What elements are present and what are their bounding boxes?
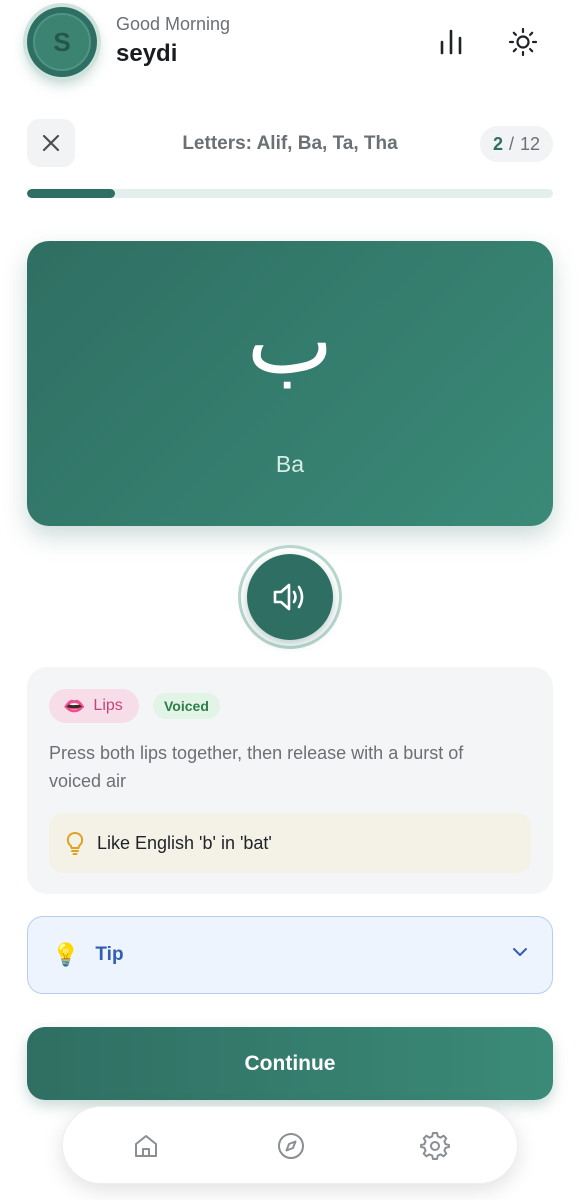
counter-separator: / [508, 133, 514, 154]
compass-icon [278, 1133, 304, 1159]
articulation-description: Press both lips together, then release w… [49, 743, 464, 791]
play-audio-ring [238, 545, 342, 649]
voicing-tag: Voiced [153, 693, 220, 719]
place-label: Lips [93, 697, 123, 714]
articulation-card: 👄 Lips Voiced Press both lips together, … [27, 667, 553, 894]
stats-button[interactable] [431, 22, 471, 62]
tip-label: Tip [95, 944, 124, 965]
letter-card: ب Ba [27, 241, 553, 526]
progress-fill [27, 189, 115, 198]
avatar-initial: S [33, 13, 91, 71]
comparison-text: Like English 'b' in 'bat' [97, 832, 272, 853]
speaker-icon [273, 583, 304, 611]
stats-icon [440, 29, 462, 55]
greeting-text: Good Morning [116, 14, 231, 34]
continue-button[interactable]: Continue [27, 1027, 553, 1100]
letter-transliteration: Ba [275, 451, 305, 477]
total-steps: 12 [520, 133, 541, 154]
progress-bar [27, 189, 553, 198]
nav-home[interactable] [129, 1129, 163, 1163]
avatar[interactable]: S [27, 7, 97, 77]
lips-icon: 👄 [63, 695, 86, 716]
theme-toggle-button[interactable] [503, 22, 543, 62]
nav-settings[interactable] [418, 1129, 452, 1163]
arabic-letter: ب [246, 288, 334, 395]
settings-icon [420, 1132, 450, 1160]
play-audio-button[interactable] [247, 554, 333, 640]
tip-lightbulb-icon: 💡 [52, 942, 80, 967]
progress-counter: 2 / 12 [480, 126, 553, 162]
home-icon [135, 1135, 157, 1157]
username: seydi [116, 40, 178, 67]
chevron-down-icon [512, 947, 528, 957]
header: S Good Morning seydi [0, 0, 580, 90]
tip-accordion[interactable]: 💡 Tip [27, 916, 553, 994]
lightbulb-icon [65, 831, 85, 855]
place-tag: 👄 Lips [49, 689, 139, 723]
nav-explore[interactable] [274, 1129, 308, 1163]
sun-icon [508, 27, 538, 57]
current-step: 2 [492, 133, 503, 154]
comparison-box: Like English 'b' in 'bat' [49, 813, 531, 873]
bottom-nav [62, 1106, 518, 1184]
